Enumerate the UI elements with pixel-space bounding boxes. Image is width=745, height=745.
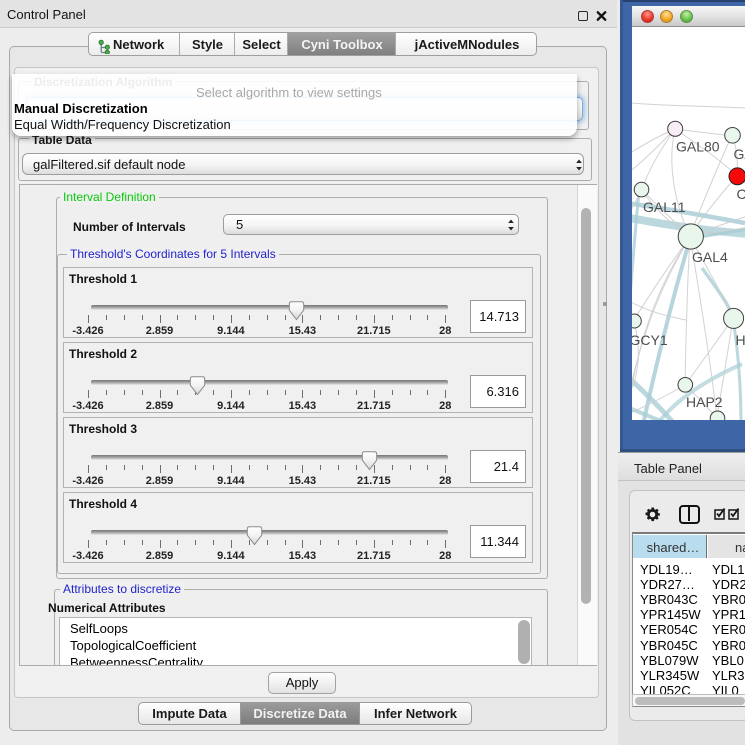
svg-text:HAP2: HAP2 xyxy=(686,394,723,410)
svg-text:GAL4: GAL4 xyxy=(692,249,728,265)
svg-text:GAL80: GAL80 xyxy=(676,139,720,155)
svg-text:GCY1: GCY1 xyxy=(632,332,668,348)
svg-text:HI: HI xyxy=(736,332,745,348)
svg-text:GAL11: GAL11 xyxy=(643,199,686,215)
svg-text:C: C xyxy=(737,186,745,202)
svg-text:GA: GA xyxy=(734,146,745,162)
